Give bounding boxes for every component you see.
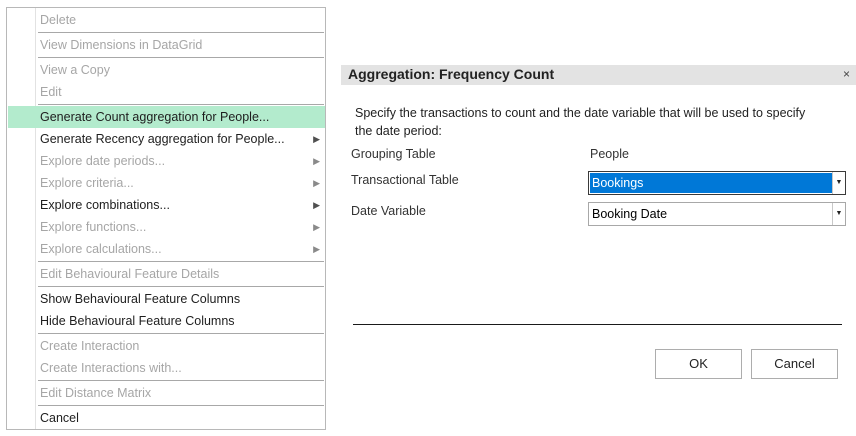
menu-item-view-copy[interactable]: View a Copy: [35, 59, 325, 81]
menu-separator: [38, 32, 324, 33]
menu-item-explore-functions[interactable]: Explore functions... ▶: [35, 216, 325, 238]
menu-item-delete[interactable]: Delete: [35, 9, 325, 31]
menu-item-explore-criteria[interactable]: Explore criteria... ▶: [35, 172, 325, 194]
close-icon[interactable]: ×: [843, 67, 850, 81]
menu-item-create-interactions-with[interactable]: Create Interactions with...: [35, 357, 325, 379]
menu-separator: [38, 380, 324, 381]
menu-item-edit-distance-matrix[interactable]: Edit Distance Matrix: [35, 382, 325, 404]
menu-item-label: Generate Recency aggregation for People.…: [40, 132, 285, 146]
chevron-down-icon[interactable]: ▼: [832, 172, 845, 194]
menu-item-hide-behavioural-columns[interactable]: Hide Behavioural Feature Columns: [35, 310, 325, 332]
context-menu: Delete View Dimensions in DataGrid View …: [6, 7, 326, 430]
menu-item-generate-count[interactable]: Generate Count aggregation for People...: [8, 106, 325, 128]
menu-item-label: Explore combinations...: [40, 198, 170, 212]
submenu-arrow-icon: ▶: [313, 156, 320, 166]
dialog-description: Specify the transactions to count and th…: [355, 106, 806, 138]
menu-separator: [38, 405, 324, 406]
submenu-arrow-icon: ▶: [313, 134, 320, 144]
transactional-table-value: Bookings: [590, 173, 832, 193]
dialog-title-bar: Aggregation: Frequency Count ×: [341, 65, 856, 85]
menu-item-edit-behavioural-feature[interactable]: Edit Behavioural Feature Details: [35, 263, 325, 285]
grouping-table-label: Grouping Table: [351, 147, 436, 161]
submenu-arrow-icon: ▶: [313, 244, 320, 254]
transactional-table-dropdown[interactable]: Bookings ▼: [588, 171, 846, 195]
ok-button[interactable]: OK: [655, 349, 742, 379]
menu-item-cancel[interactable]: Cancel: [35, 407, 325, 429]
menu-item-label: Explore date periods...: [40, 154, 166, 168]
cancel-button[interactable]: Cancel: [751, 349, 838, 379]
date-variable-value: Booking Date: [592, 207, 668, 221]
menu-item-explore-date-periods[interactable]: Explore date periods... ▶: [35, 150, 325, 172]
menu-separator: [38, 104, 324, 105]
menu-separator: [38, 333, 324, 334]
menu-item-label: Explore calculations...: [40, 242, 162, 256]
menu-item-show-behavioural-columns[interactable]: Show Behavioural Feature Columns: [35, 288, 325, 310]
submenu-arrow-icon: ▶: [313, 200, 320, 210]
date-variable-dropdown[interactable]: Booking Date ▼: [588, 202, 846, 226]
menu-separator: [38, 286, 324, 287]
menu-item-label: Explore criteria...: [40, 176, 134, 190]
menu-item-create-interaction[interactable]: Create Interaction: [35, 335, 325, 357]
dialog-divider: [353, 324, 842, 325]
menu-item-view-dimensions[interactable]: View Dimensions in DataGrid: [35, 34, 325, 56]
transactional-table-label: Transactional Table: [351, 173, 459, 187]
submenu-arrow-icon: ▶: [313, 178, 320, 188]
dialog-title: Aggregation: Frequency Count: [348, 66, 555, 82]
date-variable-label: Date Variable: [351, 204, 426, 218]
menu-item-explore-combinations[interactable]: Explore combinations... ▶: [35, 194, 325, 216]
menu-item-generate-recency[interactable]: Generate Recency aggregation for People.…: [35, 128, 325, 150]
menu-icon-gutter: [7, 8, 36, 429]
chevron-down-icon[interactable]: ▼: [832, 203, 845, 225]
menu-separator: [38, 261, 324, 262]
menu-separator: [38, 57, 324, 58]
grouping-table-value: People: [590, 147, 629, 161]
menu-item-explore-calculations[interactable]: Explore calculations... ▶: [35, 238, 325, 260]
submenu-arrow-icon: ▶: [313, 222, 320, 232]
menu-item-label: Explore functions...: [40, 220, 147, 234]
menu-item-edit[interactable]: Edit: [35, 81, 325, 103]
